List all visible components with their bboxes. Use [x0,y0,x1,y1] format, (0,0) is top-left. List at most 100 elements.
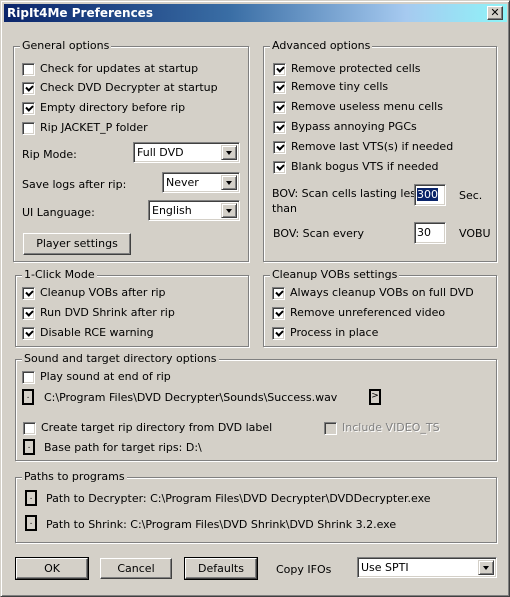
bov-scan-cells-input[interactable]: 300 [414,184,446,206]
checkbox-box[interactable] [22,101,35,115]
checkbox-remove-last-vts[interactable]: Remove last VTS(s) if needed [273,140,453,154]
bov-scan-every-label: BOV: Scan every [273,227,364,240]
copy-ifos-value: Use SPTI [361,561,409,574]
ui-language-value: English [152,204,192,217]
group-title: General options [20,39,112,53]
play-sound-button[interactable]: > [369,389,381,405]
browse-base-path-button[interactable]: . [23,439,35,455]
checkbox-bypass-annoying-pgcs[interactable]: Bypass annoying PGCs [273,120,417,134]
checkbox-box[interactable] [272,306,285,320]
checkbox-box[interactable] [273,62,286,76]
rip-mode-label: Rip Mode: [22,148,77,161]
save-logs-label: Save logs after rip: [22,178,127,191]
chevron-down-icon[interactable] [221,145,237,160]
checkbox-blank-bogus-vts[interactable]: Blank bogus VTS if needed [273,160,438,174]
checkbox-rip-jacket-p[interactable]: Rip JACKET_P folder [22,121,148,135]
save-logs-select[interactable]: Never [162,172,240,193]
checkbox-check-dvd-decrypter[interactable]: Check DVD Decrypter at startup [22,81,218,95]
checkbox-box[interactable] [22,306,35,320]
bov-scan-cells-label: BOV: Scan cells lasting less [272,187,422,200]
checkbox-label: Blank bogus VTS if needed [291,160,439,173]
rip-mode-value: Full DVD [137,146,184,159]
checkbox-remove-unreferenced-video[interactable]: Remove unreferenced video [272,306,445,320]
checkbox-box[interactable] [22,121,35,135]
checkbox-box[interactable] [272,326,285,340]
checkbox-label: Disable RCE warning [40,326,154,339]
checkbox-run-dvd-shrink[interactable]: Run DVD Shrink after rip [22,306,175,320]
window-title: RipIt4Me Preferences [7,6,153,20]
checkbox-process-in-place[interactable]: Process in place [272,326,378,340]
browse-decrypter-button[interactable]: . [25,490,37,506]
checkbox-remove-tiny-cells[interactable]: Remove tiny cells [273,80,388,94]
player-settings-button[interactable]: Player settings [23,233,131,255]
paths-group: Paths to programs . Path to Decrypter: C… [15,470,497,543]
close-button[interactable]: ✕ [487,6,503,20]
checkbox-label: Remove protected cells [291,62,421,75]
bov-scan-every-input[interactable]: 30 [414,222,446,244]
checkbox-empty-directory[interactable]: Empty directory before rip [22,101,185,115]
checkbox-box[interactable] [273,100,286,114]
checkbox-label: Check DVD Decrypter at startup [40,81,218,94]
checkbox-box[interactable] [273,140,286,154]
checkbox-label: Remove unreferenced video [290,306,446,319]
checkbox-box[interactable] [273,160,286,174]
checkbox-always-cleanup-vobs[interactable]: Always cleanup VOBs on full DVD [272,286,474,300]
checkbox-box[interactable] [23,421,36,435]
checkbox-box[interactable] [273,80,286,94]
sound-path-text: C:\Program Files\DVD Decrypter\Sounds\Su… [44,391,338,404]
bov-scan-cells-unit: Sec. [459,189,483,202]
copy-ifos-select[interactable]: Use SPTI [357,557,497,578]
checkbox-check-updates[interactable]: Check for updates at startup [22,62,198,76]
ellipsis-icon: . [27,441,31,451]
checkbox-include-video-ts: Include VIDEO_TS [324,421,440,435]
rip-mode-select[interactable]: Full DVD [133,142,240,163]
checkbox-box[interactable] [22,326,35,340]
checkbox-box[interactable] [22,286,35,300]
checkbox-play-sound[interactable]: Play sound at end of rip [22,370,171,384]
bov-scan-every-value: 30 [417,226,431,239]
group-title: 1-Click Mode [22,268,97,282]
checkbox-label: Cleanup VOBs after rip [40,286,166,299]
checkbox-label: Create target rip directory from DVD lab… [41,421,273,434]
ellipsis-icon: . [29,517,33,527]
copy-ifos-label: Copy IFOs [276,563,332,576]
browse-shrink-button[interactable]: . [25,515,37,531]
checkbox-box[interactable] [273,120,286,134]
checkbox-create-target-dir[interactable]: Create target rip directory from DVD lab… [23,421,272,435]
chevron-down-icon[interactable] [221,203,237,218]
group-title: Advanced options [270,39,373,53]
checkbox-label: Remove useless menu cells [291,100,443,113]
defaults-button[interactable]: Defaults [184,557,258,580]
checkbox-label: Always cleanup VOBs on full DVD [290,286,474,299]
checkbox-label: Remove last VTS(s) if needed [291,140,454,153]
checkbox-label: Process in place [290,326,379,339]
close-icon: ✕ [490,6,500,19]
browse-sound-button[interactable]: . [22,389,34,405]
chevron-down-icon[interactable] [478,560,494,575]
checkbox-box[interactable] [22,62,35,76]
checkbox-disable-rce-warning[interactable]: Disable RCE warning [22,326,154,340]
shrink-path-text: Path to Shrink: C:\Program Files\DVD Shr… [46,518,397,531]
preferences-window: RipIt4Me Preferences ✕ General options C… [0,0,510,597]
bov-scan-every-unit: VOBU [459,227,491,240]
checkbox-remove-useless-menu-cells[interactable]: Remove useless menu cells [273,100,443,114]
checkbox-box[interactable] [272,286,285,300]
checkbox-box[interactable] [22,81,35,95]
group-title: Cleanup VOBs settings [270,268,400,282]
checkbox-label: Rip JACKET_P folder [40,121,148,134]
cancel-button[interactable]: Cancel [100,558,172,579]
decrypter-path-text: Path to Decrypter: C:\Program Files\DVD … [46,492,431,505]
chevron-down-icon[interactable] [221,175,237,190]
checkbox-remove-protected-cells[interactable]: Remove protected cells [273,62,420,76]
checkbox-cleanup-vobs-after-rip[interactable]: Cleanup VOBs after rip [22,286,166,300]
play-icon: > [371,391,379,401]
checkbox-box [324,421,337,435]
ellipsis-icon: . [29,492,33,502]
advanced-options-group: Advanced options Remove protected cells … [263,39,497,262]
ok-button[interactable]: OK [15,557,89,580]
cleanup-vobs-group: Cleanup VOBs settings Always cleanup VOB… [263,268,497,347]
ui-language-select[interactable]: English [148,200,240,221]
ui-language-label: UI Language: [22,206,95,219]
checkbox-label: Include VIDEO_TS [342,421,440,434]
checkbox-box[interactable] [22,370,35,384]
